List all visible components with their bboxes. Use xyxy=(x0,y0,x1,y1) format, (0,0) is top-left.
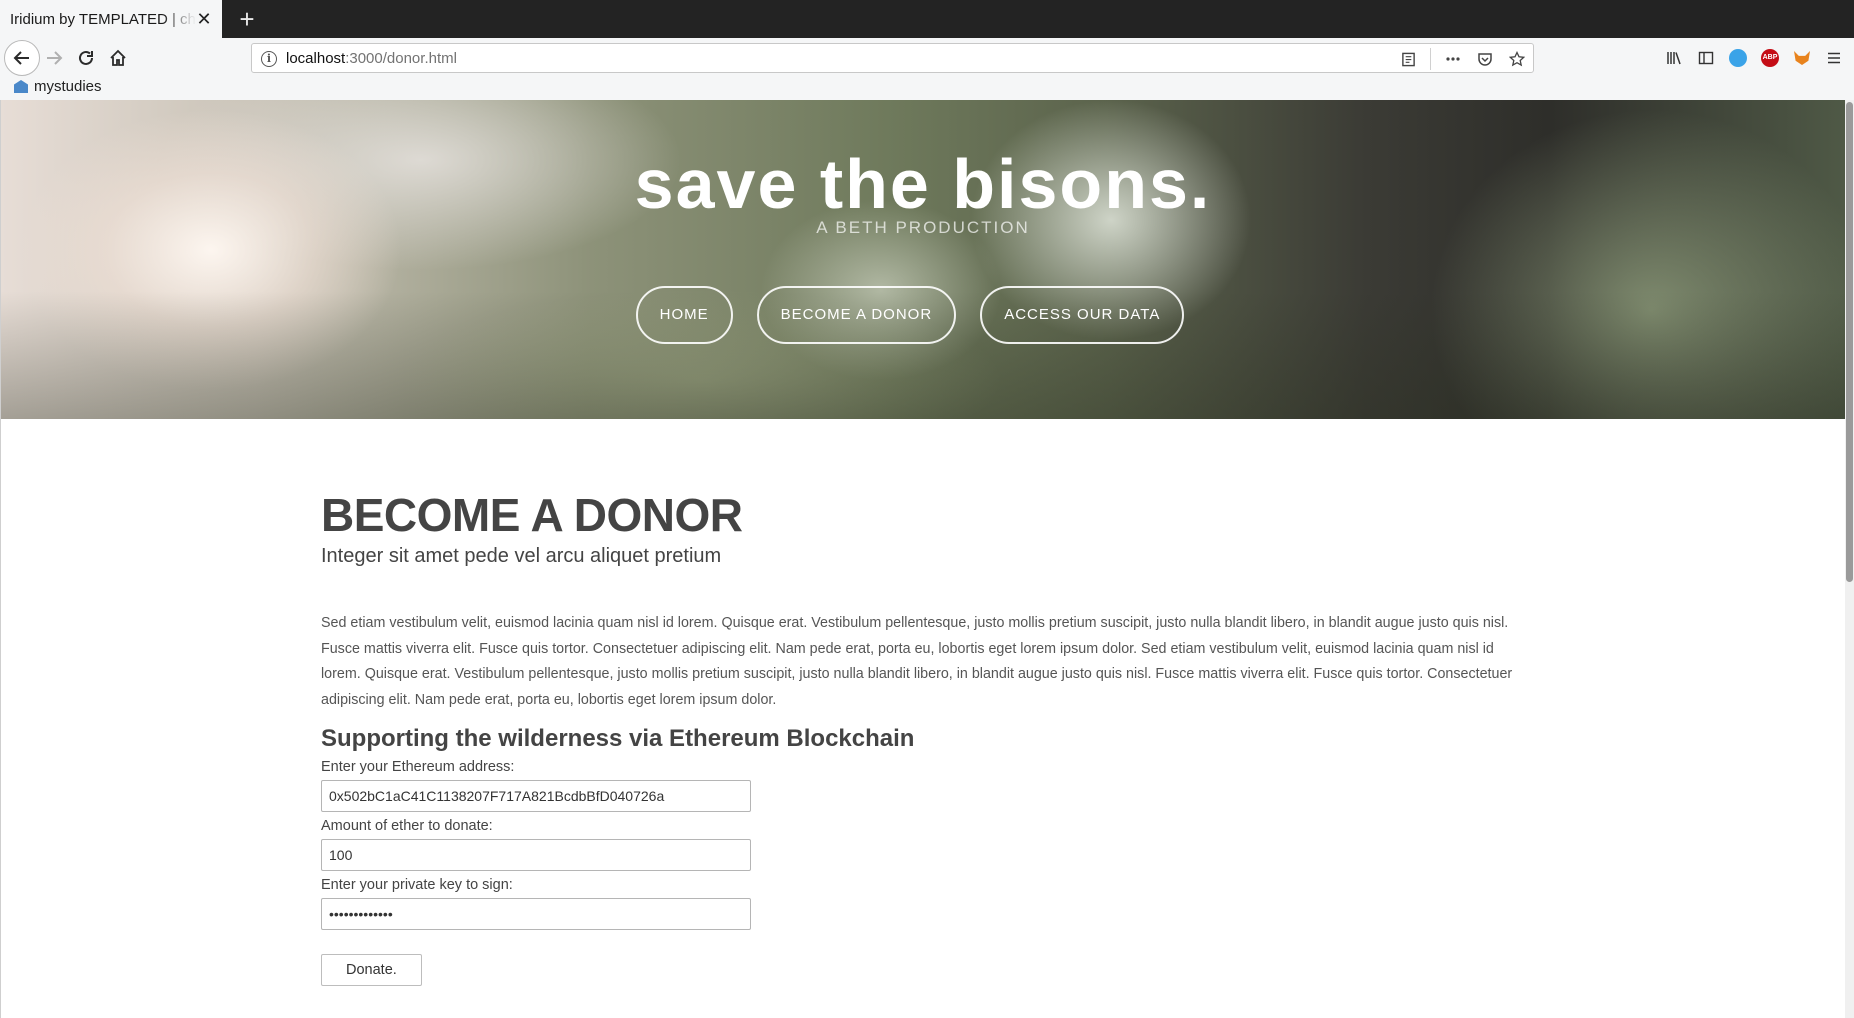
toolbar-right: ABP xyxy=(1664,42,1854,74)
site-subtitle: A BETH PRODUCTION xyxy=(816,218,1030,237)
forward-button[interactable] xyxy=(38,42,70,74)
ether-amount-label: Amount of ether to donate: xyxy=(321,817,493,834)
metamask-fox-icon[interactable] xyxy=(1792,48,1812,68)
page-viewport: save the bisons. A BETH PRODUCTION HOME … xyxy=(0,100,1845,1018)
section-heading: Supporting the wilderness via Ethereum B… xyxy=(321,724,915,752)
page-scrollbar[interactable] xyxy=(1845,100,1854,1018)
adblock-icon[interactable]: ABP xyxy=(1760,48,1780,68)
more-actions-icon[interactable] xyxy=(1443,49,1463,69)
scrollbar-thumb[interactable] xyxy=(1846,102,1853,582)
hero-banner: save the bisons. A BETH PRODUCTION HOME … xyxy=(1,100,1845,419)
ethereum-address-label: Enter your Ethereum address: xyxy=(321,758,515,775)
reload-icon xyxy=(79,50,93,65)
sidebar-icon[interactable] xyxy=(1696,48,1716,68)
home-button[interactable] xyxy=(102,42,134,74)
tab-strip: Iridium by TEMPLATED | chat ✕ + xyxy=(0,0,1854,38)
browser-tab[interactable]: Iridium by TEMPLATED | chat ✕ xyxy=(0,0,222,38)
hamburger-menu-icon[interactable] xyxy=(1824,48,1844,68)
extension-bird-icon[interactable] xyxy=(1728,48,1748,68)
ether-amount-input[interactable] xyxy=(321,838,751,871)
site-title: save the bisons. xyxy=(634,145,1212,223)
bookmark-label: mystudies xyxy=(34,78,102,95)
bookmark-mystudies[interactable]: mystudies xyxy=(14,78,102,95)
pocket-icon[interactable] xyxy=(1475,49,1495,69)
arrow-right-icon xyxy=(47,51,63,65)
bookmark-folder-icon xyxy=(14,80,28,93)
page-title: BECOME A DONOR xyxy=(321,489,743,541)
url-host: localhost xyxy=(286,50,346,67)
url-actions xyxy=(1398,48,1527,70)
url-divider xyxy=(1430,48,1431,70)
nav-become-donor-link[interactable]: BECOME A DONOR xyxy=(756,286,957,344)
page-subtitle: Integer sit amet pede vel arcu aliquet p… xyxy=(321,545,722,567)
bookmark-star-icon[interactable] xyxy=(1507,49,1527,69)
address-bar[interactable]: i localhost:3000/donor.html xyxy=(251,43,1534,73)
reader-view-icon[interactable] xyxy=(1398,49,1418,69)
body-paragraph: Sed etiam vestibulum velit, euismod laci… xyxy=(321,615,1513,709)
info-icon[interactable]: i xyxy=(261,51,277,67)
private-key-input[interactable] xyxy=(321,897,751,930)
main-nav: HOME BECOME A DONOR ACCESS OUR DATA xyxy=(1,286,1845,344)
arrow-left-icon xyxy=(13,51,29,65)
private-key-label: Enter your private key to sign: xyxy=(321,876,513,893)
ethereum-address-input[interactable] xyxy=(321,779,751,812)
url-path: :3000/donor.html xyxy=(345,50,457,67)
tab-title: Iridium by TEMPLATED | chat xyxy=(10,10,196,28)
reload-button[interactable] xyxy=(70,42,102,74)
close-tab-icon[interactable]: ✕ xyxy=(194,9,214,29)
nav-access-data-link[interactable]: ACCESS OUR DATA xyxy=(980,286,1185,344)
donate-button[interactable]: Donate. xyxy=(321,953,422,986)
url-text[interactable]: localhost:3000/donor.html xyxy=(286,50,457,67)
home-icon xyxy=(110,49,126,66)
main-content: BECOME A DONOR Integer sit amet pede vel… xyxy=(321,490,1521,986)
nav-home-link[interactable]: HOME xyxy=(635,286,733,344)
library-icon[interactable] xyxy=(1664,48,1684,68)
back-button[interactable] xyxy=(4,40,40,76)
new-tab-button[interactable]: + xyxy=(232,4,262,34)
